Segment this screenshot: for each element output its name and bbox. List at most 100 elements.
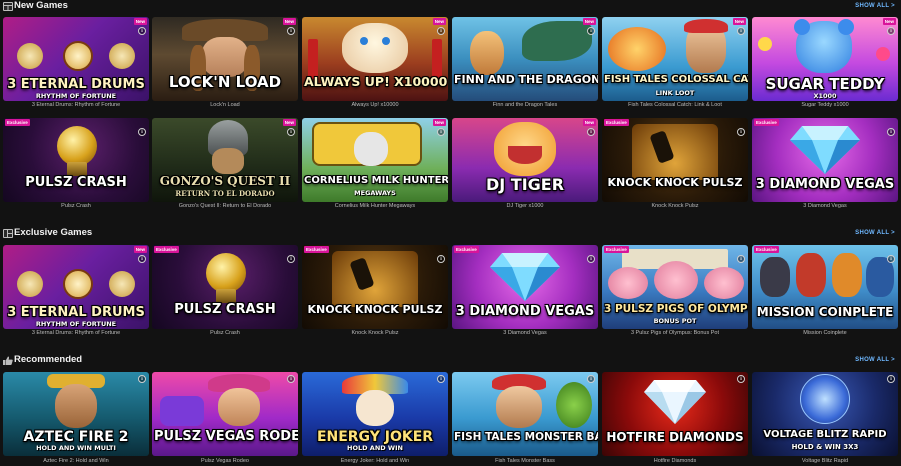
info-icon[interactable]: i	[587, 27, 595, 35]
game-art-title: AZTEC FIRE 2	[23, 429, 129, 445]
exclusive-badge: Exclusive	[604, 119, 629, 126]
show-all-link[interactable]: SHOW ALL >	[855, 2, 895, 10]
info-icon[interactable]: i	[887, 128, 895, 136]
game-tile-fish-tales-monster-bass[interactable]: FISH TALES MONSTER BASS i	[452, 372, 598, 456]
game-tile-energy-joker[interactable]: ENERGY JOKER HOLD AND WIN i	[302, 372, 448, 456]
game-tile-pulsz-crash[interactable]: PULSZ CRASH Exclusive i	[3, 118, 149, 202]
info-icon[interactable]: i	[887, 375, 895, 383]
pig-art	[704, 267, 744, 299]
game-caption: Energy Joker: Hold and Win	[340, 458, 410, 464]
game-art-title: 3 ETERNAL DRUMS	[7, 77, 145, 92]
diamond-art	[644, 380, 706, 424]
joker-face-art	[356, 390, 394, 426]
game-art-subtitle: HOLD AND WIN MULTI	[36, 444, 116, 452]
cowgirl-face-art	[202, 37, 248, 77]
robber-art	[796, 253, 826, 297]
game-art-subtitle: MEGAWAYS	[354, 189, 396, 197]
game-caption: Aztec Fire 2: Hold and Win	[43, 458, 109, 464]
info-icon[interactable]: i	[138, 27, 146, 35]
gonzo-face-art	[212, 148, 244, 174]
game-tile-finn-dragon-tales[interactable]: FINN AND THE DRAGON TALES New i	[452, 17, 598, 101]
game-art-title: SUGAR TEDDY	[765, 75, 885, 93]
bass-fish-art	[556, 382, 592, 428]
game-tile-mission-coinplete[interactable]: MISSION COINPLETE Exclusive i	[752, 245, 898, 329]
drum-art	[17, 271, 43, 297]
info-icon[interactable]: i	[587, 375, 595, 383]
game-caption: Always Up! x10000	[351, 102, 399, 108]
info-icon[interactable]: i	[138, 375, 146, 383]
info-icon[interactable]: i	[737, 375, 745, 383]
game-tile-knock-knock-pulsz[interactable]: KNOCK KNOCK PULSZ Exclusive i	[602, 118, 748, 202]
dragon-art	[522, 21, 592, 61]
cap-art	[684, 19, 728, 33]
game-tile-3-eternal-drums[interactable]: 3 ETERNAL DRUMS RHYTHM OF FORTUNE New i	[3, 17, 149, 101]
info-icon[interactable]: i	[587, 255, 595, 263]
game-tile-sugar-teddy[interactable]: SUGAR TEDDY X1000 New i	[752, 17, 898, 101]
info-icon[interactable]: i	[437, 255, 445, 263]
game-art-title: CORNELIUS MILK HUNTER	[304, 175, 448, 186]
game-tile-cornelius-milk-hunter[interactable]: CORNELIUS MILK HUNTER MEGAWAYS New i	[302, 118, 448, 202]
game-art-subtitle: LINK LOOT	[655, 89, 695, 97]
game-caption: Voltage Blitz Rapid	[801, 458, 849, 464]
info-icon[interactable]: i	[737, 128, 745, 136]
game-tile-fish-tales-colossal[interactable]: FISH TALES COLOSSAL CATCH LINK LOOT New …	[602, 17, 748, 101]
show-all-link[interactable]: SHOW ALL >	[855, 356, 895, 364]
info-icon[interactable]: i	[138, 128, 146, 136]
robber-art	[832, 253, 862, 297]
game-art-title: MISSION COINPLETE	[756, 305, 894, 319]
trophy-base-art	[67, 162, 87, 176]
info-icon[interactable]: i	[287, 27, 295, 35]
game-tile-3-diamond-vegas[interactable]: 3 DIAMOND VEGAS Exclusive i	[752, 118, 898, 202]
pig-art	[654, 261, 698, 299]
game-tile-aztec-fire-2[interactable]: AZTEC FIRE 2 HOLD AND WIN MULTI i	[3, 372, 149, 456]
game-caption: 3 Eternal Drums: Rhythm of Fortune	[31, 330, 121, 336]
info-icon[interactable]: i	[287, 255, 295, 263]
game-tile-voltage-blitz-rapid[interactable]: VOLTAGE BLITZ RAPID HOLD & WIN 3X3 i	[752, 372, 898, 456]
eye-art	[360, 37, 368, 45]
game-tile-3-diamond-vegas[interactable]: 3 DIAMOND VEGAS Exclusive i	[452, 245, 598, 329]
info-icon[interactable]: i	[138, 255, 146, 263]
game-tile-dj-tiger[interactable]: DJ TIGER New i	[452, 118, 598, 202]
candy-art	[876, 47, 890, 61]
info-icon[interactable]: i	[737, 255, 745, 263]
game-art-subtitle: RETURN TO EL DORADO	[175, 189, 275, 198]
info-icon[interactable]: i	[287, 128, 295, 136]
aztec-woman-art	[55, 384, 97, 428]
info-icon[interactable]: i	[437, 128, 445, 136]
info-icon[interactable]: i	[437, 375, 445, 383]
info-icon[interactable]: i	[887, 255, 895, 263]
game-art-title: HOTFIRE DIAMONDS	[606, 430, 744, 444]
trophy-base-art	[216, 289, 236, 303]
game-art-subtitle: BONUS POT	[653, 317, 697, 325]
diamond-art	[490, 253, 560, 301]
game-tile-3-pulsz-pigs[interactable]: 3 PULSZ PIGS OF OLYMPUS BONUS POT Exclus…	[602, 245, 748, 329]
info-icon[interactable]: i	[287, 375, 295, 383]
drum-art	[17, 43, 43, 69]
game-caption: DJ Tiger x1000	[506, 203, 544, 209]
game-tile-knock-knock-pulsz[interactable]: KNOCK KNOCK PULSZ Exclusive i	[302, 245, 448, 329]
candy-art	[758, 37, 772, 51]
exclusive-icon	[3, 229, 13, 238]
new-badge: New	[282, 18, 296, 25]
game-tile-always-up[interactable]: ALWAYS UP! X10000 New i	[302, 17, 448, 101]
game-tile-lockn-load[interactable]: LOCK'N LOAD New i	[152, 17, 298, 101]
cowboy-face-art	[218, 388, 260, 426]
game-caption: Knock Knock Pulsz	[651, 203, 699, 209]
game-caption: Pulsz Vegas Rodeo	[200, 458, 249, 464]
game-tile-3-eternal-drums[interactable]: 3 ETERNAL DRUMS RHYTHM OF FORTUNE New i	[3, 245, 149, 329]
info-icon[interactable]: i	[737, 27, 745, 35]
show-all-link[interactable]: SHOW ALL >	[855, 229, 895, 237]
drum-art	[109, 43, 135, 69]
game-caption: Knock Knock Pulsz	[351, 330, 399, 336]
exclusive-badge: Exclusive	[454, 246, 479, 253]
game-tile-pulsz-crash[interactable]: PULSZ CRASH Exclusive i	[152, 245, 298, 329]
info-icon[interactable]: i	[887, 27, 895, 35]
game-tile-hotfire-diamonds[interactable]: HOTFIRE DIAMONDS i	[602, 372, 748, 456]
game-art-subtitle: HOLD AND WIN	[347, 444, 403, 452]
game-tile-pulsz-vegas-rodeo[interactable]: PULSZ VEGAS RODEO i	[152, 372, 298, 456]
game-tile-gonzos-quest-ii[interactable]: GONZO'S QUEST II RETURN TO EL DORADO New…	[152, 118, 298, 202]
info-icon[interactable]: i	[587, 128, 595, 136]
yin-yang-drum-art	[63, 269, 93, 299]
new-badge: New	[432, 119, 446, 126]
info-icon[interactable]: i	[437, 27, 445, 35]
